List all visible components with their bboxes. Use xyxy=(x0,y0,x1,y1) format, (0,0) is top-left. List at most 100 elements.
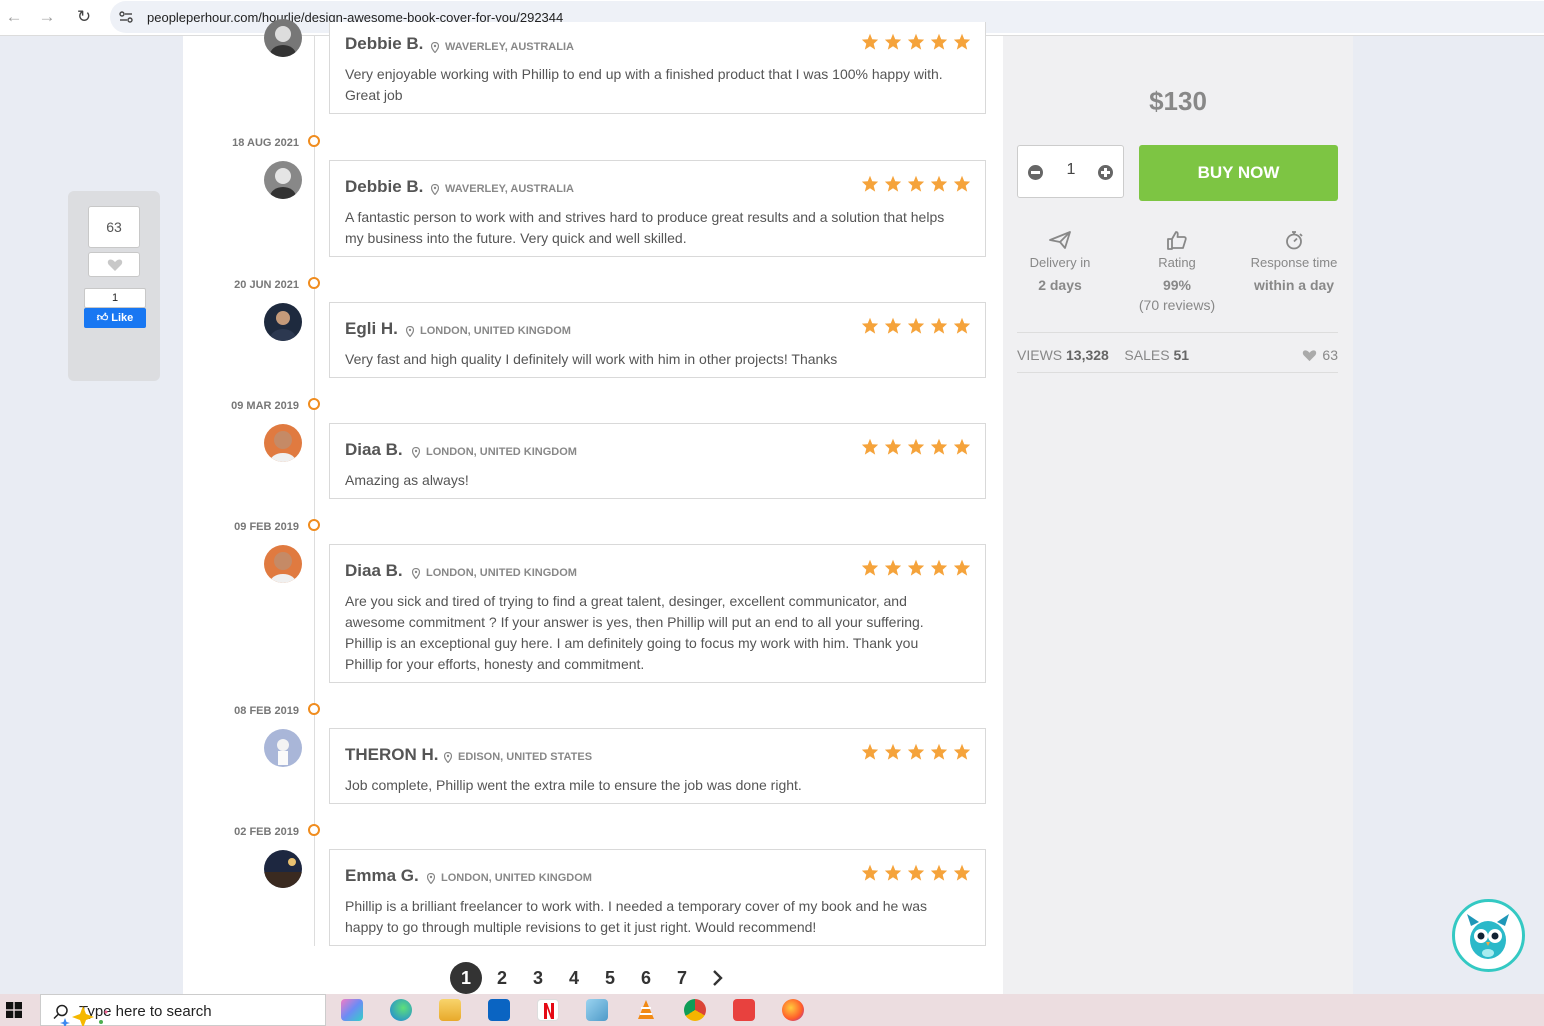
reviewer-name[interactable]: Emma G. xyxy=(345,866,419,886)
page-6-link[interactable]: 6 xyxy=(630,962,662,994)
reviewer-name[interactable]: THERON H. xyxy=(345,745,439,765)
review-date: 20 JUN 2021 xyxy=(234,279,299,291)
rating-review-count[interactable]: (70 reviews) xyxy=(1118,297,1236,313)
listing-metrics: VIEWS 13,328 SALES 51 63 xyxy=(1017,347,1338,363)
netflix-icon[interactable] xyxy=(537,999,559,1021)
star-icon xyxy=(930,559,948,576)
reviewer-name[interactable]: Diaa B. xyxy=(345,440,403,460)
avatar xyxy=(264,545,302,583)
sales-label: SALES xyxy=(1124,347,1170,363)
star-icon xyxy=(930,864,948,881)
site-info-icon[interactable] xyxy=(118,9,134,25)
star-rating xyxy=(861,33,971,50)
back-arrow-icon[interactable]: ← xyxy=(4,7,24,27)
rating-value: 99% xyxy=(1162,277,1192,293)
review-date: 02 FEB 2019 xyxy=(234,826,299,838)
review-text: Phillip is a brilliant freelancer to wor… xyxy=(345,898,928,935)
response-time-label: Response time xyxy=(1250,255,1338,270)
timeline-dot xyxy=(308,703,320,715)
firefox-icon[interactable] xyxy=(782,999,804,1021)
page-2-link[interactable]: 2 xyxy=(486,962,518,994)
response-time-stat: Response time within a day xyxy=(1235,230,1353,293)
star-rating xyxy=(861,438,971,455)
delivery-stat: Delivery in 2 days xyxy=(1001,230,1119,293)
page-3-link[interactable]: 3 xyxy=(522,962,554,994)
review-card: Egli H. LONDON, UNITED KINGDOM Very fast… xyxy=(329,302,986,378)
favorite-button[interactable] xyxy=(88,252,140,277)
reviewer-location: LONDON, UNITED KINGDOM xyxy=(412,446,577,458)
chrome-icon[interactable] xyxy=(684,999,706,1021)
reviewer-name[interactable]: Egli H. xyxy=(345,319,398,339)
copilot-app-icon[interactable] xyxy=(341,999,363,1021)
chat-assistant-button[interactable] xyxy=(1452,899,1525,972)
star-icon xyxy=(930,438,948,455)
page-7-link[interactable]: 7 xyxy=(666,962,698,994)
favorite-count[interactable]: 63 xyxy=(1302,347,1338,363)
star-icon xyxy=(953,864,971,881)
reviewer-name[interactable]: Diaa B. xyxy=(345,561,403,581)
star-icon xyxy=(884,33,902,50)
star-icon xyxy=(953,33,971,50)
taskbar-search[interactable]: Type here to search xyxy=(40,994,326,1026)
file-explorer-icon[interactable] xyxy=(439,999,461,1021)
reviewer-location: EDISON, UNITED STATES xyxy=(444,751,592,763)
reviewer-location: LONDON, UNITED KINGDOM xyxy=(406,325,571,337)
timeline-dot xyxy=(308,824,320,836)
reviewer-location: LONDON, UNITED KINGDOM xyxy=(412,567,577,579)
star-rating xyxy=(861,175,971,192)
divider xyxy=(1017,372,1338,373)
app-icon[interactable] xyxy=(733,999,755,1021)
fb-like-label: Like xyxy=(111,312,134,324)
review-card: Debbie B. WAVERLEY, AUSTRALIA Very enjoy… xyxy=(329,22,986,114)
star-icon xyxy=(930,33,948,50)
star-icon xyxy=(907,438,925,455)
outlook-icon[interactable] xyxy=(488,999,510,1021)
review-text: Very enjoyable working with Phillip to e… xyxy=(345,66,943,103)
thumbs-up-icon xyxy=(1167,231,1187,250)
star-icon xyxy=(930,175,948,192)
page-1-link[interactable]: 1 xyxy=(450,962,482,994)
plus-icon[interactable] xyxy=(1098,165,1113,180)
buy-now-button[interactable]: BUY NOW xyxy=(1139,145,1338,201)
quantity-value[interactable]: 1 xyxy=(1058,161,1084,179)
heart-icon xyxy=(1303,349,1317,361)
reload-icon[interactable]: ↻ xyxy=(74,7,94,27)
location-text: LONDON, UNITED KINGDOM xyxy=(426,567,577,579)
next-page-chevron-icon[interactable] xyxy=(702,962,734,994)
star-icon xyxy=(907,33,925,50)
facebook-like-widget[interactable]: 1 👍︎ Like xyxy=(84,288,146,328)
reviewer-name[interactable]: Debbie B. xyxy=(345,34,423,54)
reviewer-location: WAVERLEY, AUSTRALIA xyxy=(431,41,574,53)
reviewer-location: LONDON, UNITED KINGDOM xyxy=(427,872,592,884)
star-icon xyxy=(930,743,948,760)
page-4-link[interactable]: 4 xyxy=(558,962,590,994)
app-icon[interactable] xyxy=(586,999,608,1021)
review-date: 09 MAR 2019 xyxy=(231,400,299,412)
page-5-link[interactable]: 5 xyxy=(594,962,626,994)
timeline-dot xyxy=(308,398,320,410)
fb-like-button[interactable]: 👍︎ Like xyxy=(84,308,146,328)
star-icon xyxy=(930,317,948,334)
divider xyxy=(1017,332,1338,333)
location-pin-icon xyxy=(412,446,420,458)
copilot-sparkle-icon xyxy=(60,1006,108,1026)
forward-arrow-icon[interactable]: → xyxy=(37,7,57,27)
review-text: Very fast and high quality I definitely … xyxy=(345,351,838,367)
avatar xyxy=(264,424,302,462)
windows-taskbar: Type here to search xyxy=(0,994,1544,1026)
edge-browser-icon[interactable] xyxy=(390,999,412,1021)
location-pin-icon xyxy=(412,567,420,579)
windows-start-icon[interactable] xyxy=(6,1002,22,1018)
star-rating xyxy=(861,743,971,760)
star-rating xyxy=(861,317,971,334)
star-icon xyxy=(861,438,879,455)
star-icon xyxy=(861,864,879,881)
minus-icon[interactable] xyxy=(1028,165,1043,180)
star-icon xyxy=(884,317,902,334)
vlc-icon[interactable] xyxy=(635,999,657,1021)
review-text: A fantastic person to work with and stri… xyxy=(345,209,945,246)
sales-value: 51 xyxy=(1173,347,1190,363)
star-icon xyxy=(861,33,879,50)
reviewer-name[interactable]: Debbie B. xyxy=(345,177,423,197)
response-time-value: within a day xyxy=(1253,277,1335,293)
